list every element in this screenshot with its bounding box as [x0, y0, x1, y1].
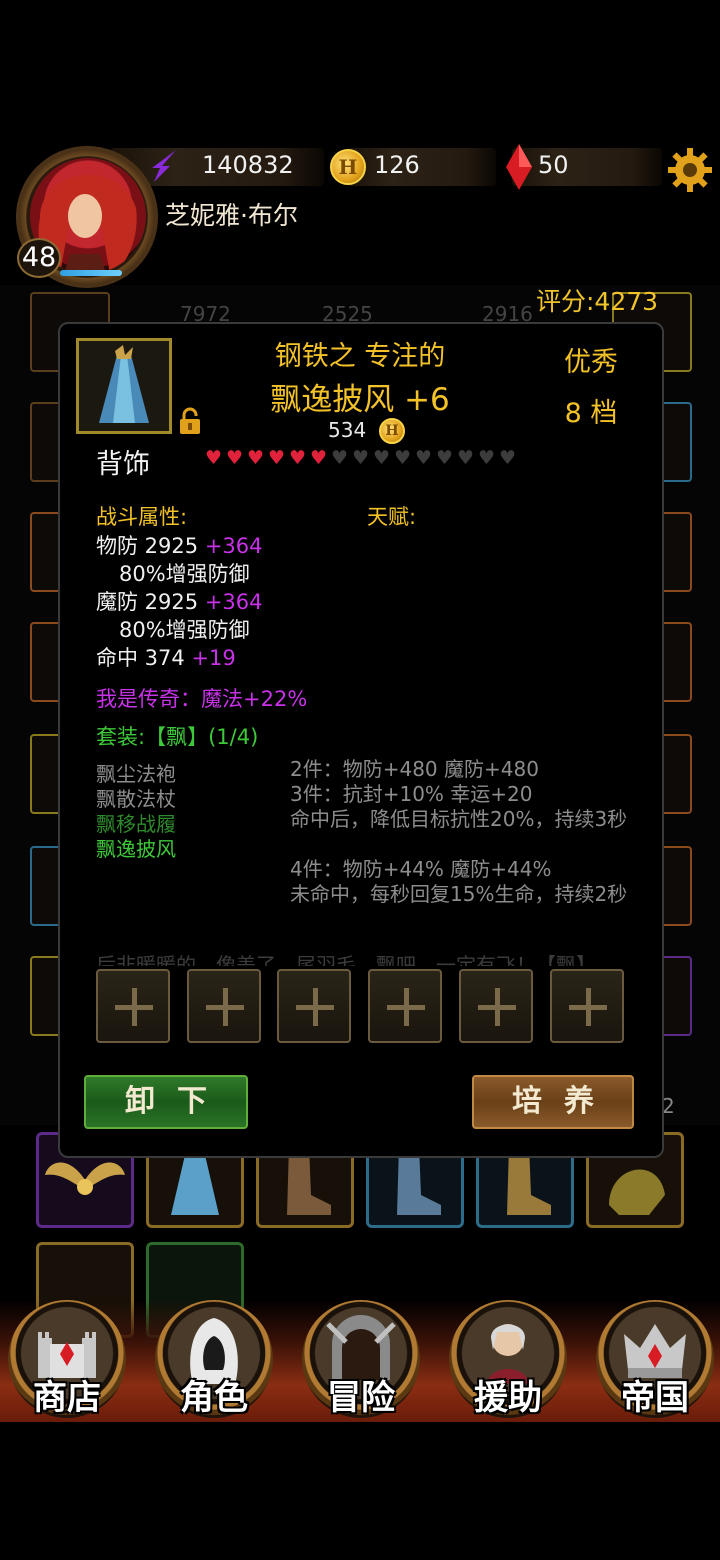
stat-sub-line: 80%增强防御	[119, 562, 250, 586]
heart-filled-icon: ♥	[204, 447, 223, 469]
plus-icon	[404, 988, 409, 1026]
set-bonus-4-effect: 未命中，每秒回复15%生命，持续2秒	[290, 882, 628, 906]
plus-icon	[313, 988, 318, 1026]
plus-icon	[586, 988, 591, 1026]
heart-filled-icon: ♥	[309, 447, 328, 469]
plus-icon	[223, 988, 228, 1026]
gem-value: 50	[538, 151, 569, 179]
gem-socket-1[interactable]	[96, 969, 170, 1043]
stat-magic-defense: 魔防 2925 +364	[96, 586, 263, 616]
combat-attributes-label: 战斗属性:	[96, 505, 188, 529]
stat-bonus: +19	[191, 646, 236, 670]
heart-empty-icon: ♥	[477, 447, 496, 469]
gem-socket-4[interactable]	[368, 969, 442, 1043]
heart-empty-icon: ♥	[435, 447, 454, 469]
heart-filled-icon: ♥	[267, 447, 286, 469]
heart-empty-icon: ♥	[372, 447, 391, 469]
gold-coin-icon: H	[330, 149, 366, 185]
plus-icon	[132, 988, 137, 1026]
set-piece: 飘逸披风	[96, 837, 176, 861]
heart-empty-icon: ♥	[330, 447, 349, 469]
set-bonus-3: 3件：抗封+10% 幸运+20	[290, 782, 533, 806]
nav-character-label: 角色	[180, 1378, 248, 1418]
power-icon	[152, 150, 176, 182]
plus-icon	[495, 988, 500, 1026]
item-icon-frame	[76, 338, 172, 434]
set-bonus-3-effect: 命中后，降低目标抗性20%，持续3秒	[290, 807, 628, 831]
star-hearts-rating: ♥ ♥ ♥ ♥ ♥ ♥ ♥ ♥ ♥ ♥ ♥ ♥ ♥ ♥ ♥	[203, 448, 518, 468]
stat-sub-line: 80%增强防御	[119, 618, 250, 642]
level-badge: 48	[17, 238, 61, 278]
nav-empire-label: 帝国	[621, 1378, 689, 1418]
gem-bar	[512, 148, 662, 186]
item-price: 534	[328, 418, 367, 442]
heart-empty-icon: ♥	[498, 447, 517, 469]
talent-label: 天赋:	[367, 505, 417, 529]
player-name: 芝妮雅·布尔	[165, 201, 298, 230]
stat-name: 魔防 2925	[96, 590, 199, 614]
set-bonus-4: 4件：物防+44% 魔防+44%	[290, 857, 552, 881]
gold-coin-icon: H	[379, 418, 405, 444]
gem-socket-5[interactable]	[459, 969, 533, 1043]
item-name: 飘逸披风 +6	[270, 382, 450, 418]
heart-empty-icon: ♥	[393, 447, 412, 469]
set-title: 套装:【飘】(1/4)	[96, 725, 259, 749]
heart-filled-icon: ♥	[225, 447, 244, 469]
heart-empty-icon: ♥	[456, 447, 475, 469]
gold-bar	[346, 148, 496, 186]
gold-value: 126	[374, 151, 420, 179]
heart-empty-icon: ♥	[414, 447, 433, 469]
item-prefix: 钢铁之 专注的	[274, 341, 446, 372]
power-value: 140832	[202, 151, 294, 179]
gem-socket-2[interactable]	[187, 969, 261, 1043]
gem-socket-6[interactable]	[550, 969, 624, 1043]
item-slot-type: 背饰	[96, 449, 150, 480]
heart-empty-icon: ♥	[351, 447, 370, 469]
gem-socket-3[interactable]	[277, 969, 351, 1043]
nav-shop-label: 商店	[33, 1378, 101, 1418]
stat-name: 物防 2925	[96, 534, 199, 558]
xp-bar	[60, 270, 122, 276]
ruby-icon[interactable]	[504, 144, 534, 190]
set-bonus-2: 2件：物防+480 魔防+480	[290, 757, 539, 781]
cloak-icon	[99, 345, 149, 423]
item-grade: 8 档	[564, 398, 618, 429]
stat-physical-defense: 物防 2925 +364	[96, 530, 263, 560]
heart-filled-icon: ♥	[288, 447, 307, 469]
nav-assist-label: 援助	[474, 1378, 542, 1418]
score-label: 评分:4273	[536, 287, 659, 316]
stat-bonus: +364	[204, 534, 263, 558]
train-button[interactable]: 培养	[472, 1075, 634, 1129]
stat-hit: 命中 374 +19	[96, 642, 236, 672]
item-flavor-text: 后非暖暖的，像盖了，尾羽毛，飘吧，一定有飞！【飘】	[96, 953, 596, 966]
stat-name: 命中 374	[96, 646, 185, 670]
stat-bonus: +364	[204, 590, 263, 614]
unequip-button[interactable]: 卸下	[84, 1075, 248, 1129]
item-quality: 优秀	[564, 347, 618, 378]
nav-adventure-label: 冒险	[327, 1378, 395, 1418]
legend-bonus: 我是传奇：魔法+22%	[96, 687, 308, 711]
heart-filled-icon: ♥	[246, 447, 265, 469]
settings-gear-icon[interactable]	[666, 146, 714, 194]
